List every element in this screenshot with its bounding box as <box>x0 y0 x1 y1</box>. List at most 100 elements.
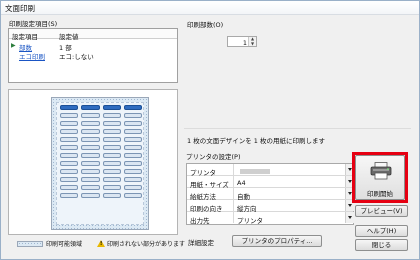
paper-source-key: 給紙方法 <box>190 192 216 201</box>
copies-spinner[interactable]: 1 ▲ ▼ <box>227 36 257 47</box>
label-cell <box>102 169 121 174</box>
settings-value-eco: エコ:しない <box>59 53 94 61</box>
output-select[interactable]: プリンタ <box>233 212 354 225</box>
settings-row-copies[interactable]: ▶ 部数 1 部 <box>9 41 177 52</box>
paper-size-key: 用紙・サイズ <box>190 180 229 189</box>
label-cell <box>123 121 142 126</box>
paper-source-value: 自動 <box>237 192 250 201</box>
settings-header: 設定項目 設定値 <box>9 29 177 41</box>
spinner-down-icon[interactable]: ▼ <box>249 41 256 47</box>
orientation-value: 縦方向 <box>237 204 257 213</box>
label-cell <box>60 161 79 166</box>
print-button-label: 印刷開始 <box>367 190 393 198</box>
printer-icon <box>370 162 392 180</box>
copies-label: 印刷部数(O) <box>187 21 224 29</box>
output-key: 出力先 <box>190 216 210 225</box>
label-cell <box>81 161 100 166</box>
window-title: 文面印刷 <box>5 4 35 13</box>
legend-printable-text: 印刷可能領域 <box>46 241 83 248</box>
label-cell <box>60 129 79 134</box>
print-start-button[interactable]: 印刷開始 <box>355 155 405 200</box>
chevron-down-icon[interactable] <box>345 212 354 223</box>
print-dialog-window: 文面印刷 印刷設定項目(S) 設定項目 設定値 ▶ 部数 1 部 エコ印刷 エコ… <box>0 0 420 260</box>
label-cell <box>102 153 121 158</box>
label-cell <box>81 193 100 198</box>
label-grid <box>60 105 142 198</box>
orientation-key: 印刷の向き <box>190 204 223 213</box>
settings-group-label: 印刷設定項目(S) <box>9 20 58 28</box>
label-cell <box>123 177 142 182</box>
label-cell <box>123 169 142 174</box>
label-cell <box>123 193 142 198</box>
legend-printable: 印刷可能領域 <box>17 239 82 249</box>
paper-size-select[interactable]: A4 <box>233 176 354 187</box>
close-button[interactable]: 閉じる <box>355 239 408 251</box>
label-cell <box>102 137 121 142</box>
label-cell <box>123 113 142 118</box>
spinner-buttons[interactable]: ▲ ▼ <box>248 36 256 47</box>
printer-select[interactable] <box>233 164 354 175</box>
layout-preview <box>8 89 178 235</box>
label-cell <box>102 161 121 166</box>
settings-item-eco[interactable]: エコ印刷 <box>19 51 45 61</box>
paper-size-value: A4 <box>237 178 246 187</box>
paper-source-row[interactable]: 給紙方法 自動 <box>187 188 354 201</box>
label-cell <box>60 137 79 142</box>
label-cell <box>102 121 121 126</box>
label-cell <box>123 185 142 190</box>
printer-settings-grid: プリンタ 用紙・サイズ A4 給紙方法 自動 印刷の向き 縦方向 出力先 プリン… <box>186 163 354 225</box>
printer-row[interactable]: プリンタ <box>187 164 354 177</box>
warning-icon <box>97 240 105 247</box>
output-row[interactable]: 出力先 プリンタ <box>187 212 354 225</box>
label-cell <box>60 105 79 110</box>
settings-list[interactable]: 設定項目 設定値 ▶ 部数 1 部 エコ印刷 エコ:しない <box>8 28 178 83</box>
label-cell <box>123 145 142 150</box>
column-header-value: 設定値 <box>59 32 79 41</box>
copies-value: 1 <box>242 38 247 47</box>
play-arrow-icon: ▶ <box>11 42 16 49</box>
help-button[interactable]: ヘルプ(H) <box>355 225 408 237</box>
label-cell <box>60 177 79 182</box>
orientation-row[interactable]: 印刷の向き 縦方向 <box>187 200 354 213</box>
layout-info-text: 1 枚の文面デザインを 1 枚の用紙に印刷します <box>187 137 325 145</box>
orientation-select[interactable]: 縦方向 <box>233 200 354 213</box>
separator <box>184 128 411 129</box>
printer-properties-button[interactable]: プリンタのプロパティ... <box>232 235 322 247</box>
preview-button[interactable]: プレビュー(V) <box>355 205 408 217</box>
label-cell <box>60 145 79 150</box>
title-bar: 文面印刷 <box>1 1 419 15</box>
label-cell <box>102 193 121 198</box>
label-cell <box>102 177 121 182</box>
label-cell <box>81 185 100 190</box>
label-cell <box>81 145 100 150</box>
paper-source-select[interactable]: 自動 <box>233 188 354 201</box>
paper-size-row[interactable]: 用紙・サイズ A4 <box>187 176 354 189</box>
label-cell <box>81 129 100 134</box>
printer-key: プリンタ <box>190 168 216 177</box>
label-cell <box>123 161 142 166</box>
label-cell <box>81 137 100 142</box>
legend-warning-text: 印刷されない部分があります <box>107 241 186 248</box>
label-cell <box>81 105 100 110</box>
output-value: プリンタ <box>237 216 263 225</box>
label-cell <box>123 105 142 110</box>
label-cell <box>60 193 79 198</box>
label-cell <box>81 113 100 118</box>
label-cell <box>123 129 142 134</box>
label-cell <box>60 121 79 126</box>
label-cell <box>102 129 121 134</box>
label-cell <box>60 185 79 190</box>
printer-name-obscured <box>240 169 270 174</box>
column-header-item: 設定項目 <box>12 32 38 41</box>
label-cell <box>102 113 121 118</box>
label-cell <box>102 145 121 150</box>
label-cell <box>60 153 79 158</box>
label-cell <box>81 169 100 174</box>
label-cell <box>102 185 121 190</box>
printer-settings-label: プリンタの設定(P) <box>186 153 241 161</box>
printable-swatch <box>17 241 43 247</box>
settings-row-eco[interactable]: エコ印刷 エコ:しない <box>9 50 177 61</box>
label-cell <box>81 177 100 182</box>
label-cell <box>81 153 100 158</box>
label-cell <box>123 153 142 158</box>
